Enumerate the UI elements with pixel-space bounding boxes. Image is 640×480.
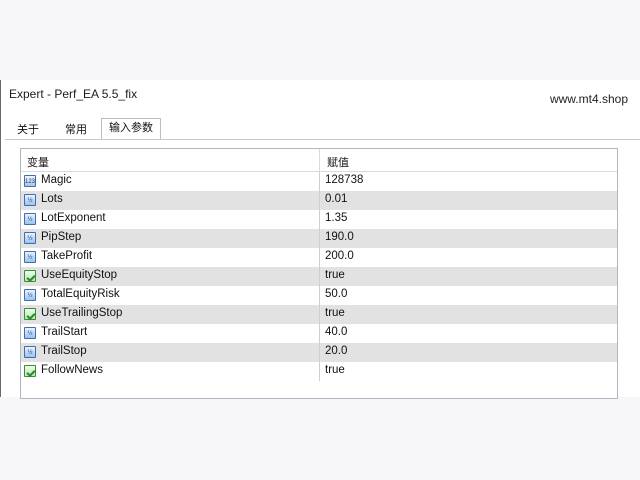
cell-separator — [319, 248, 320, 267]
param-value[interactable]: 50.0 — [325, 288, 347, 300]
bool-param-icon — [24, 308, 36, 320]
param-name: LotExponent — [41, 212, 106, 224]
bool-param-icon — [24, 365, 36, 377]
param-value[interactable]: true — [325, 269, 345, 281]
cell-separator — [319, 267, 320, 286]
param-name: PipStep — [41, 231, 82, 243]
param-name: UseTrailingStop — [41, 307, 123, 319]
cell-separator — [319, 324, 320, 343]
param-value[interactable]: 128738 — [325, 174, 363, 186]
table-row[interactable]: 123 Magic 128738 — [21, 172, 617, 191]
param-name: Magic — [41, 174, 72, 186]
param-value[interactable]: 1.35 — [325, 212, 347, 224]
watermark-text: www.mt4.shop — [549, 92, 628, 106]
double-param-icon: ½ — [24, 194, 36, 206]
param-name: UseEquityStop — [41, 269, 118, 281]
cell-separator — [319, 172, 320, 191]
param-value[interactable]: 190.0 — [325, 231, 354, 243]
param-value[interactable]: 0.01 — [325, 193, 347, 205]
tab-divider — [5, 139, 640, 140]
table-row[interactable]: ½ TakeProfit 200.0 — [21, 248, 617, 267]
cell-separator — [319, 305, 320, 324]
table-row[interactable]: ½ PipStep 190.0 — [21, 229, 617, 248]
param-value[interactable]: 20.0 — [325, 345, 347, 357]
double-param-icon: ½ — [24, 289, 36, 301]
table-row[interactable]: ½ Lots 0.01 — [21, 191, 617, 210]
expert-properties-window: Expert - Perf_EA 5.5_fix www.mt4.shop 关于… — [0, 80, 640, 399]
param-value[interactable]: true — [325, 307, 345, 319]
column-header-value[interactable]: 赋值 — [327, 154, 349, 170]
tab-about[interactable]: 关于 — [7, 120, 49, 141]
table-row[interactable]: ½ TrailStop 20.0 — [21, 343, 617, 362]
param-name: TakeProfit — [41, 250, 93, 262]
bool-param-icon — [24, 270, 36, 282]
param-name: Lots — [41, 193, 63, 205]
double-param-icon: ½ — [24, 346, 36, 358]
param-name: TrailStart — [41, 326, 88, 338]
cell-separator — [319, 343, 320, 362]
double-param-icon: ½ — [24, 327, 36, 339]
double-param-icon: ½ — [24, 251, 36, 263]
window-title: Expert - Perf_EA 5.5_fix — [9, 87, 138, 101]
column-header-variable[interactable]: 变量 — [27, 154, 49, 170]
double-param-icon: ½ — [24, 232, 36, 244]
cell-separator — [319, 191, 320, 210]
table-body: 123 Magic 128738 ½ Lots 0.01 ½ LotExponent 1.35 ½… — [21, 172, 617, 381]
double-param-icon: ½ — [24, 213, 36, 225]
column-separator[interactable] — [319, 149, 320, 171]
cell-separator — [319, 229, 320, 248]
table-row[interactable]: ½ LotExponent 1.35 — [21, 210, 617, 229]
table-row[interactable]: UseEquityStop true — [21, 267, 617, 286]
cell-separator — [319, 362, 320, 381]
param-value[interactable]: true — [325, 364, 345, 376]
table-header: 变量 赋值 — [21, 149, 617, 172]
param-name: TrailStop — [41, 345, 87, 357]
table-row[interactable]: ½ TotalEquityRisk 50.0 — [21, 286, 617, 305]
param-name: FollowNews — [41, 364, 103, 376]
int-param-icon: 123 — [24, 175, 36, 187]
table-row[interactable]: UseTrailingStop true — [21, 305, 617, 324]
table-row[interactable]: ½ TrailStart 40.0 — [21, 324, 617, 343]
cell-separator — [319, 210, 320, 229]
parameters-table: 变量 赋值 123 Magic 128738 ½ Lots 0.01 ½ LotExponen… — [20, 148, 618, 399]
table-row[interactable]: FollowNews true — [21, 362, 617, 381]
param-value[interactable]: 200.0 — [325, 250, 354, 262]
param-value[interactable]: 40.0 — [325, 326, 347, 338]
tab-common[interactable]: 常用 — [53, 120, 99, 141]
cell-separator — [319, 286, 320, 305]
param-name: TotalEquityRisk — [41, 288, 120, 300]
tab-inputs[interactable]: 输入参数 — [101, 118, 161, 140]
